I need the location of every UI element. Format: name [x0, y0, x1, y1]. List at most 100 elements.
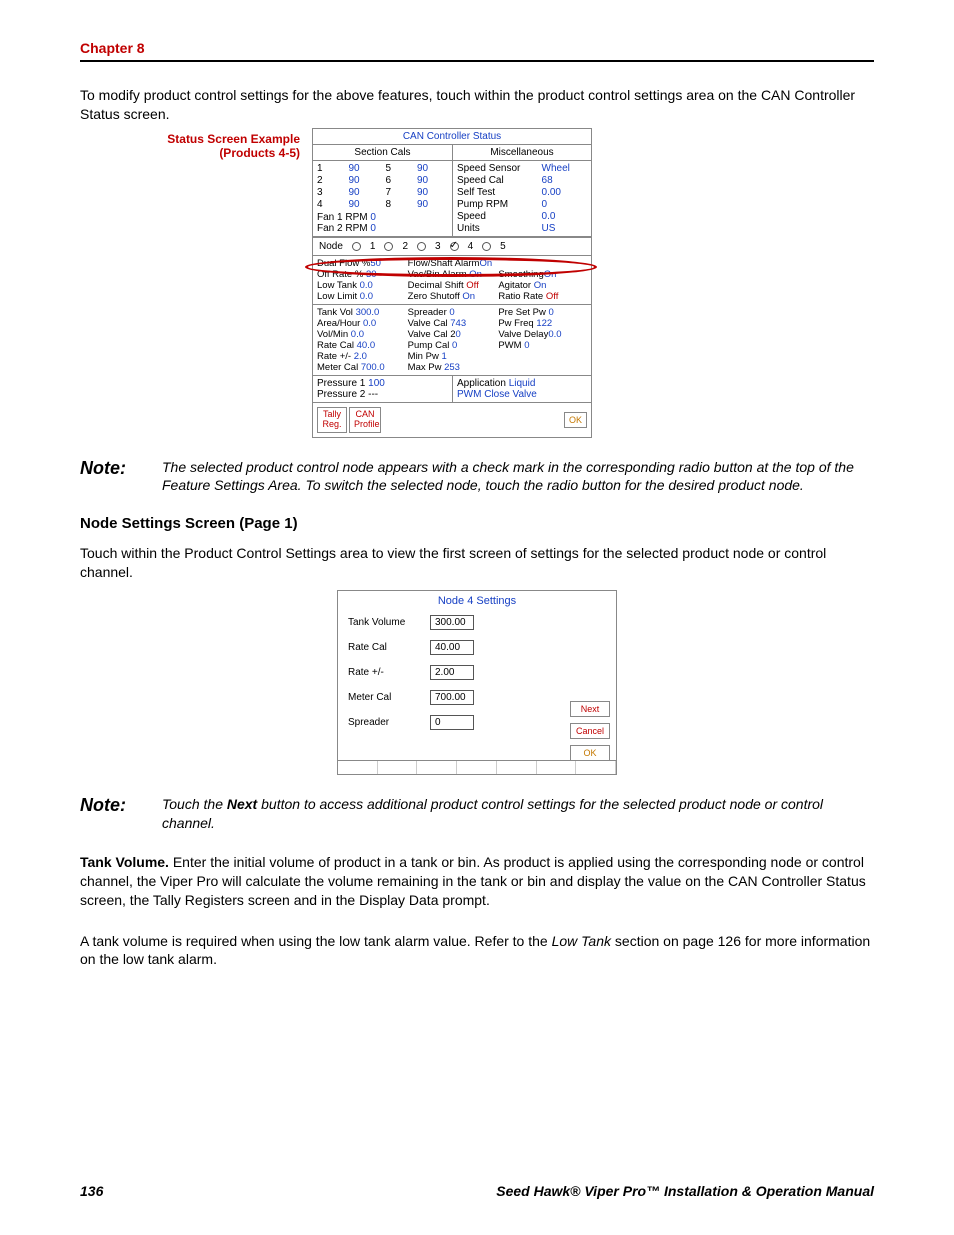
next-button[interactable]: Next	[570, 701, 610, 717]
sc-idx: 5	[386, 163, 411, 174]
node-num: 1	[370, 241, 376, 252]
node-num: 5	[500, 241, 506, 252]
lbl: Agitator	[498, 280, 531, 291]
node-num: 3	[435, 241, 441, 252]
val: On	[469, 269, 482, 280]
sc-val: 90	[348, 175, 379, 186]
sc-idx: 4	[317, 199, 342, 210]
section-text: Touch within the Product Control Setting…	[80, 544, 874, 582]
rate-pm-input[interactable]: 2.00	[430, 665, 474, 680]
sc-idx: 8	[386, 199, 411, 210]
note1-text: The selected product control node appear…	[162, 458, 874, 496]
note-label: Note:	[80, 458, 126, 496]
can-controller-status-window: CAN Controller Status Section Cals Misce…	[312, 128, 592, 438]
cancel-button[interactable]: Cancel	[570, 723, 610, 739]
header-rule	[80, 60, 874, 62]
sc-idx: 1	[317, 163, 342, 174]
note-label-2: Note:	[80, 795, 126, 833]
val: Off	[466, 280, 479, 291]
spreader-input[interactable]: 0	[430, 715, 474, 730]
node-radio-4[interactable]	[450, 242, 459, 251]
note2-c: button to access additional product cont…	[162, 796, 823, 831]
ok-button[interactable]: OK	[564, 412, 587, 428]
lbl: Rate +/-	[317, 351, 351, 362]
fan1-label: Fan 1 RPM	[317, 212, 368, 223]
tank-volume-paragraph-1: Tank Volume. Enter the initial volume of…	[80, 853, 874, 910]
lbl: Meter Cal	[317, 362, 358, 373]
fan1-value: 0	[370, 212, 376, 223]
tally-reg-button[interactable]: Tally Reg.	[317, 407, 347, 433]
sc-idx: 3	[317, 187, 342, 198]
fan2-label: Fan 2 RPM	[317, 223, 368, 234]
note2-text: Touch the Next button to access addition…	[162, 795, 874, 833]
misc-title: Miscellaneous	[457, 147, 587, 158]
misc-label: Speed Cal	[457, 175, 538, 186]
misc-label: Self Test	[457, 187, 538, 198]
lbl: Valve Delay	[498, 329, 548, 340]
misc-label: Speed	[457, 211, 538, 222]
lbl: Max Pw	[408, 362, 442, 373]
node-radio-2[interactable]	[384, 242, 393, 251]
node-radio-1[interactable]	[352, 242, 361, 251]
misc-label: Units	[457, 223, 538, 234]
intro-text: To modify product control settings for t…	[80, 86, 874, 124]
sc-val: 90	[417, 187, 448, 198]
figure-label-line1: Status Screen Example	[80, 132, 300, 146]
misc-value: 0	[542, 199, 587, 210]
pressure1-label: Pressure 1	[317, 378, 365, 389]
sc-val: 90	[417, 163, 448, 174]
tank-volume-label: Tank Volume	[348, 617, 424, 628]
ok-button-2[interactable]: OK	[570, 745, 610, 761]
val: 0	[449, 307, 454, 318]
val: 0.0	[351, 329, 364, 340]
val: 30	[366, 269, 377, 280]
rate-cal-input[interactable]: 40.00	[430, 640, 474, 655]
application-value: Liquid	[509, 378, 536, 389]
lbl: Spreader	[408, 307, 447, 318]
pressure1-value: 100	[368, 378, 385, 389]
section-cals-title: Section Cals	[317, 147, 448, 158]
val: On	[544, 269, 557, 280]
tank-p2-b: Low Tank	[552, 933, 611, 949]
lbl: Pw Freq	[498, 318, 533, 329]
val: 0	[456, 329, 461, 340]
sc-val: 90	[348, 187, 379, 198]
val: 0.0	[360, 280, 373, 291]
lbl: Vac/Bin Alarm	[408, 269, 467, 280]
lbl: PWM	[498, 340, 521, 351]
lbl: Valve Cal 2	[408, 329, 456, 340]
val: 743	[450, 318, 466, 329]
can-profile-button[interactable]: CAN Profile	[349, 407, 381, 433]
meter-cal-input[interactable]: 700.00	[430, 690, 474, 705]
val: 700.0	[361, 362, 385, 373]
lbl: Off Rate %	[317, 269, 363, 280]
meter-cal-label: Meter Cal	[348, 692, 424, 703]
fan2-value: 0	[370, 223, 376, 234]
tank-volume-paragraph-2: A tank volume is required when using the…	[80, 932, 874, 970]
tank-p1-text: Enter the initial volume of product in a…	[80, 854, 866, 908]
misc-value: 0.00	[542, 187, 587, 198]
can-title: CAN Controller Status	[313, 129, 591, 145]
lbl: Zero Shutoff	[408, 291, 460, 302]
tank-block[interactable]: Tank Vol 300.0 Spreader 0 Pre Set Pw 0 A…	[313, 305, 591, 376]
node-settings-window: Node 4 Settings Tank Volume300.00 Rate C…	[337, 590, 617, 775]
lbl: Dual Flow %	[317, 258, 370, 269]
misc-label: Speed Sensor	[457, 163, 538, 174]
pressure2-value: ---	[368, 389, 378, 400]
sc-val: 90	[348, 199, 379, 210]
val: 122	[536, 318, 552, 329]
status-bar	[338, 760, 616, 774]
flow-block[interactable]: Dual Flow %50 Flow/Shaft AlarmOn Off Rat…	[313, 256, 591, 305]
footer-title: Seed Hawk® Viper Pro™ Installation & Ope…	[496, 1183, 874, 1199]
lbl: Min Pw	[408, 351, 439, 362]
val: 40.0	[357, 340, 376, 351]
val: On	[479, 258, 492, 269]
lbl: Area/Hour	[317, 318, 360, 329]
node-num: 4	[468, 241, 474, 252]
tank-p2-a: A tank volume is required when using the…	[80, 933, 552, 949]
node-radio-3[interactable]	[417, 242, 426, 251]
chapter-label: Chapter 8	[80, 40, 874, 56]
tank-volume-input[interactable]: 300.00	[430, 615, 474, 630]
val: 0.0	[360, 291, 373, 302]
node-radio-5[interactable]	[482, 242, 491, 251]
